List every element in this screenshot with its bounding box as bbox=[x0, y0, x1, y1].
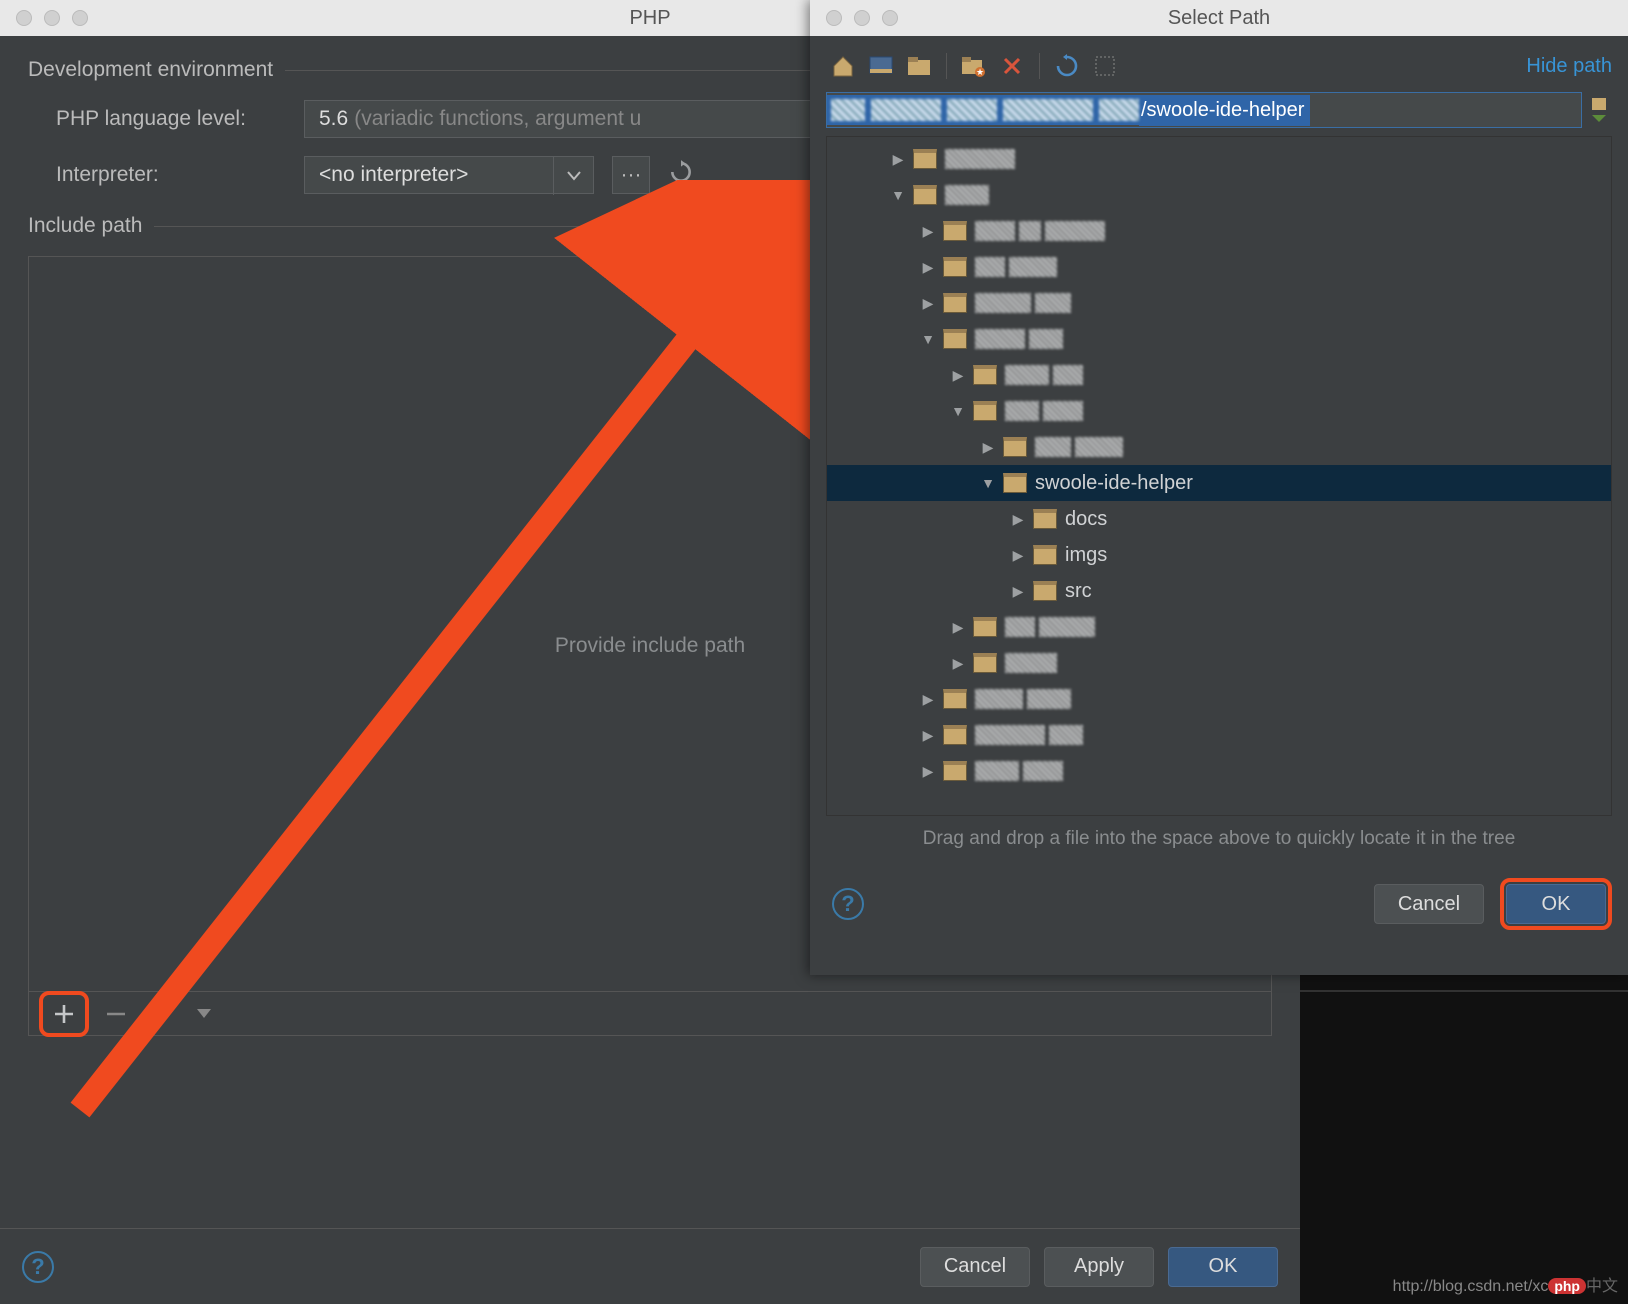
lang-level-hint: (variadic functions, argument u bbox=[354, 107, 641, 131]
watermark: http://blog.csdn.net/xcphp中文 bbox=[1393, 1272, 1618, 1296]
directory-tree[interactable]: swoole-ide-helper docs imgs src bbox=[826, 136, 1612, 816]
interpreter-field[interactable]: <no interpreter> bbox=[304, 156, 594, 194]
remove-button[interactable] bbox=[99, 997, 133, 1031]
svg-text:★: ★ bbox=[976, 67, 984, 77]
move-down-button[interactable] bbox=[187, 997, 221, 1031]
reload-icon[interactable] bbox=[668, 159, 694, 191]
section-dev-env-label: Development environment bbox=[28, 58, 273, 82]
hide-path-link[interactable]: Hide path bbox=[1526, 55, 1612, 78]
tree-child-label: src bbox=[1065, 580, 1092, 603]
new-folder-icon[interactable]: ★ bbox=[957, 49, 991, 83]
path-prefix-redacted bbox=[827, 95, 1139, 125]
add-button[interactable] bbox=[47, 997, 81, 1031]
ok-highlight: OK bbox=[1500, 878, 1612, 930]
tree-child-label: docs bbox=[1065, 508, 1107, 531]
help-icon[interactable]: ? bbox=[22, 1251, 54, 1283]
select-path-toolbar: ★ Hide path bbox=[826, 46, 1612, 86]
cancel-button[interactable]: Cancel bbox=[1374, 884, 1484, 924]
tree-row: imgs bbox=[827, 537, 1611, 573]
select-path-title: Select Path bbox=[810, 7, 1628, 30]
tree-child-label: imgs bbox=[1065, 544, 1107, 567]
tree-row: src bbox=[827, 573, 1611, 609]
chevron-down-icon[interactable] bbox=[553, 157, 593, 195]
include-placeholder: Provide include path bbox=[555, 634, 745, 658]
interpreter-more-button[interactable]: ··· bbox=[612, 156, 650, 194]
drop-hint: Drag and drop a file into the space abov… bbox=[826, 816, 1612, 858]
show-hidden-icon[interactable] bbox=[1088, 49, 1122, 83]
add-highlight bbox=[39, 991, 89, 1037]
help-icon[interactable]: ? bbox=[832, 888, 864, 920]
home-icon[interactable] bbox=[826, 49, 860, 83]
lang-level-value: 5.6 bbox=[319, 107, 348, 131]
move-up-button[interactable] bbox=[143, 997, 177, 1031]
tree-selected-label: swoole-ide-helper bbox=[1035, 472, 1193, 495]
select-path-dialog: Select Path ★ Hide path bbox=[810, 0, 1628, 975]
php-footer: ? Cancel Apply OK bbox=[0, 1228, 1300, 1304]
lang-level-label: PHP language level: bbox=[56, 107, 286, 131]
path-field[interactable]: /swoole-ide-helper bbox=[826, 92, 1582, 128]
tree-row-selected: swoole-ide-helper bbox=[827, 465, 1611, 501]
interpreter-value: <no interpreter> bbox=[319, 163, 468, 187]
select-path-footer: ? Cancel OK bbox=[810, 868, 1628, 948]
include-toolbar bbox=[29, 991, 1271, 1035]
section-include-label: Include path bbox=[28, 214, 142, 238]
tree-row: docs bbox=[827, 501, 1611, 537]
select-path-titlebar: Select Path bbox=[810, 0, 1628, 36]
apply-button[interactable]: Apply bbox=[1044, 1247, 1154, 1287]
ok-button[interactable]: OK bbox=[1168, 1247, 1278, 1287]
path-suffix: /swoole-ide-helper bbox=[1139, 95, 1310, 126]
cancel-button[interactable]: Cancel bbox=[920, 1247, 1030, 1287]
ok-button[interactable]: OK bbox=[1506, 884, 1606, 924]
delete-icon[interactable] bbox=[995, 49, 1029, 83]
project-icon[interactable] bbox=[902, 49, 936, 83]
refresh-icon[interactable] bbox=[1050, 49, 1084, 83]
desktop-icon[interactable] bbox=[864, 49, 898, 83]
path-input-row: /swoole-ide-helper bbox=[826, 92, 1612, 128]
history-dropdown-icon[interactable] bbox=[1588, 95, 1612, 125]
interpreter-label: Interpreter: bbox=[56, 163, 286, 187]
